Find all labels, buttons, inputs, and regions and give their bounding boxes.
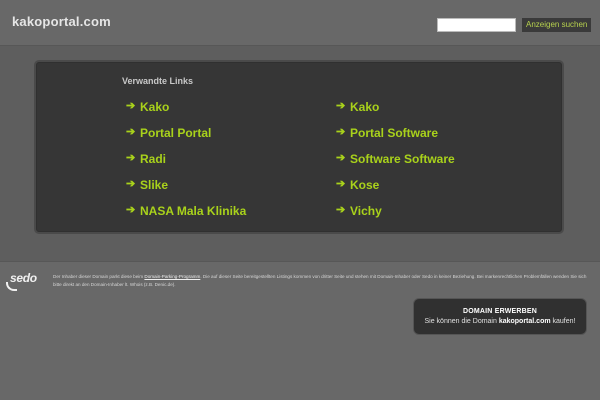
arrow-right-icon: ➔	[126, 126, 136, 138]
buy-domain-text: Sie können die Domain kakoportal.com kau…	[414, 318, 586, 325]
arrow-right-icon: ➔	[336, 100, 346, 112]
related-link-label: Kose	[350, 177, 380, 192]
search-button[interactable]: Anzeigen suchen	[522, 18, 592, 32]
domain-parking-link[interactable]: Domain-Parking-Programm	[144, 274, 200, 279]
related-link-label: Portal Software	[350, 125, 439, 140]
related-link[interactable]: ➔ Kako	[336, 98, 546, 115]
related-link-label: Vichy	[350, 203, 382, 218]
search-input[interactable]	[437, 18, 516, 32]
related-links-heading: Verwandte Links	[122, 76, 194, 86]
page: kakoportal.com Anzeigen suchen Verwandte…	[0, 0, 600, 400]
related-link-label: Slike	[140, 177, 169, 192]
arrow-right-icon: ➔	[126, 204, 136, 216]
related-link[interactable]: ➔ Radi	[126, 150, 336, 167]
sedo-logo-text: sedo	[10, 271, 37, 285]
arrow-right-icon: ➔	[126, 100, 136, 112]
related-link[interactable]: ➔ Portal Portal	[126, 124, 336, 141]
site-title: kakoportal.com	[12, 14, 111, 29]
disclaimer-text: Der Inhaber dieser Domain parkt diese be…	[53, 273, 593, 288]
main-band: Verwandte Links ➔ Kako ➔ Kako ➔ Portal Port…	[0, 45, 600, 262]
related-links-panel: Verwandte Links ➔ Kako ➔ Kako ➔ Portal Port…	[34, 60, 564, 234]
related-link-label: Software Software	[350, 151, 455, 166]
related-link-label: Kako	[350, 99, 380, 114]
related-link[interactable]: ➔ Slike	[126, 176, 336, 193]
related-link-label: Radi	[140, 151, 167, 166]
buy-text-after: kaufen!	[550, 318, 576, 325]
arrow-right-icon: ➔	[336, 178, 346, 190]
arrow-right-icon: ➔	[126, 178, 136, 190]
disclaimer-part-1: Der Inhaber dieser Domain parkt diese be…	[53, 274, 145, 279]
related-link-label: Portal Portal	[140, 125, 212, 140]
related-link-label: Kako	[140, 99, 170, 114]
search-bar: Anzeigen suchen	[437, 18, 592, 32]
sedo-logo[interactable]: sedo	[6, 271, 44, 291]
related-link[interactable]: ➔ Portal Software	[336, 124, 546, 141]
related-link[interactable]: ➔ Vichy	[336, 202, 546, 219]
related-link[interactable]: ➔ Kako	[126, 98, 336, 115]
arrow-right-icon: ➔	[336, 204, 346, 216]
buy-text-before: Sie können die Domain	[424, 318, 499, 325]
related-links-grid: ➔ Kako ➔ Kako ➔ Portal Portal ➔ Portal Softw…	[126, 98, 556, 219]
arrow-right-icon: ➔	[336, 152, 346, 164]
buy-domain-button[interactable]: DOMAIN ERWERBEN Sie können die Domain ka…	[413, 298, 587, 335]
related-link[interactable]: ➔ Kose	[336, 176, 546, 193]
related-link[interactable]: ➔ Software Software	[336, 150, 546, 167]
arrow-right-icon: ➔	[336, 126, 346, 138]
buy-domain-name: kakoportal.com	[498, 318, 551, 325]
arrow-right-icon: ➔	[126, 152, 136, 164]
buy-domain-title: DOMAIN ERWERBEN	[462, 308, 538, 315]
related-link-label: NASA Mala Klinika	[140, 203, 247, 218]
related-link[interactable]: ➔ NASA Mala Klinika	[126, 202, 336, 219]
